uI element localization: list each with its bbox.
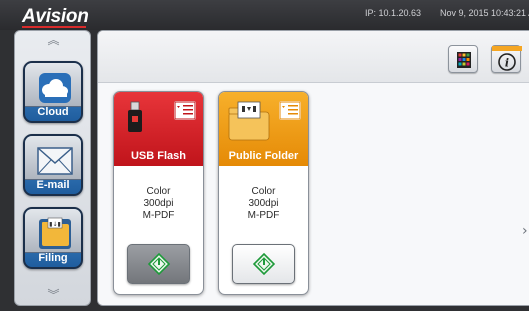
shortcut-card-usb-flash[interactable]: USB Flash Color 300dpi M-PDF bbox=[113, 91, 204, 295]
envelope-icon bbox=[25, 136, 81, 180]
card-title: USB Flash bbox=[130, 150, 186, 162]
card-header: USB Flash bbox=[114, 92, 203, 166]
card-settings-summary: Color 300dpi M-PDF bbox=[114, 186, 203, 222]
shortcut-area: USB Flash Color 300dpi M-PDF Public Fold… bbox=[98, 83, 529, 305]
date-time: Nov 9, 2015 10:43:21 AM bbox=[440, 8, 529, 18]
list-settings-icon[interactable] bbox=[174, 101, 196, 120]
file-format: M-PDF bbox=[142, 210, 175, 221]
card-header: Public Folder bbox=[219, 92, 308, 166]
diamond-start-icon bbox=[253, 253, 275, 275]
double-chevron-down-icon[interactable]: ︾ bbox=[15, 289, 92, 301]
diamond-start-icon bbox=[148, 253, 170, 275]
color-grid-button[interactable] bbox=[448, 45, 478, 73]
list-settings-icon[interactable] bbox=[279, 101, 301, 120]
main-panel: i USB Flash Color 300dpi M-PDF Public Fo… bbox=[97, 30, 529, 306]
sidebar-item-label: Filing bbox=[38, 252, 68, 264]
color-mode: Color bbox=[146, 186, 171, 197]
double-chevron-up-icon[interactable]: ︽ bbox=[15, 34, 92, 46]
toolbar: i bbox=[98, 31, 529, 83]
folder-icon bbox=[228, 101, 270, 141]
svg-text:i: i bbox=[505, 57, 509, 70]
sidebar-item-email[interactable]: E-mail bbox=[23, 134, 83, 196]
file-format: M-PDF bbox=[247, 210, 280, 221]
usb-drive-icon bbox=[128, 101, 142, 132]
shortcut-card-public-folder[interactable]: Public Folder Color 300dpi M-PDF bbox=[218, 91, 309, 295]
cloud-icon bbox=[25, 63, 81, 107]
status-bar: Avision IP: 10.1.20.63 Nov 9, 2015 10:43… bbox=[0, 0, 529, 30]
bottom-edge bbox=[0, 306, 529, 311]
sidebar-item-filing[interactable]: ▮↓▮ Filing bbox=[23, 207, 83, 269]
avision-logo: Avision bbox=[22, 6, 89, 27]
color-mode: Color bbox=[251, 186, 276, 197]
sidebar-item-label: Cloud bbox=[37, 106, 69, 118]
info-icon: i bbox=[492, 46, 522, 71]
start-scan-button[interactable] bbox=[232, 244, 295, 284]
card-title: Public Folder bbox=[228, 150, 299, 162]
start-scan-button[interactable] bbox=[127, 244, 190, 284]
ip-address: IP: 10.1.20.63 bbox=[365, 8, 422, 18]
sidebar-item-label: E-mail bbox=[36, 179, 70, 191]
sidebar-item-cloud[interactable]: Cloud bbox=[23, 61, 83, 123]
folder-icon: ▮↓▮ bbox=[25, 209, 81, 253]
svg-text:▮↓▮: ▮↓▮ bbox=[49, 221, 61, 228]
logo-underline bbox=[22, 26, 86, 28]
resolution: 300dpi bbox=[248, 198, 279, 209]
chevron-right-icon[interactable]: › bbox=[522, 223, 528, 239]
resolution: 300dpi bbox=[143, 198, 174, 209]
color-grid-icon bbox=[457, 52, 471, 68]
info-button[interactable]: i bbox=[491, 45, 522, 73]
sidebar: ︽ Cloud E-mail ▮↓▮ Filing ︾ bbox=[14, 30, 91, 306]
card-settings-summary: Color 300dpi M-PDF bbox=[219, 186, 308, 222]
